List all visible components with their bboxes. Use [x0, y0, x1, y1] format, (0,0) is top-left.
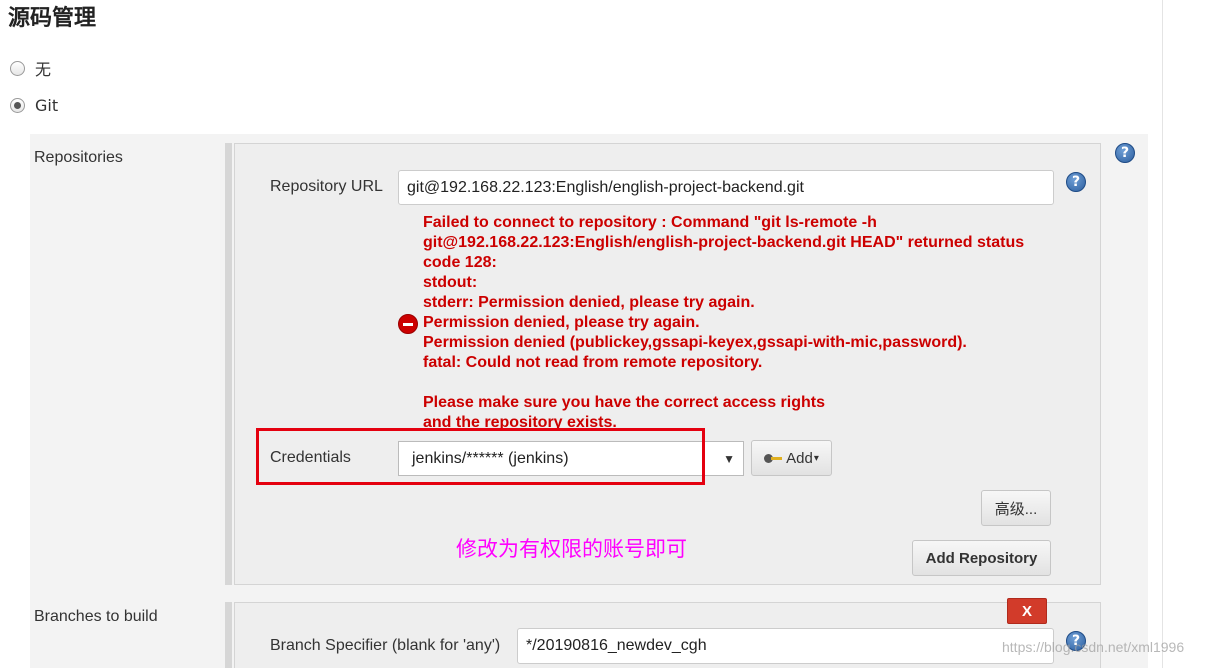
add-credentials-label: Add	[786, 449, 813, 467]
radio-git[interactable]	[10, 97, 25, 113]
scm-option-none-label: 无	[35, 60, 52, 79]
branch-block-indent	[225, 602, 232, 668]
add-credentials-button[interactable]: Add ▾	[751, 440, 832, 476]
watermark-text: https://blog.csdn.net/xml1996	[1002, 639, 1185, 655]
section-title: 源码管理	[8, 6, 97, 31]
advanced-button[interactable]: 高级...	[981, 490, 1051, 526]
repositories-label: Repositories	[34, 149, 123, 166]
chevron-down-icon: ▼	[723, 452, 735, 466]
add-repository-button[interactable]: Add Repository	[912, 540, 1051, 576]
repository-url-input[interactable]: git@192.168.22.123:English/english-proje…	[398, 170, 1054, 205]
scm-option-git[interactable]: Git	[10, 94, 58, 116]
repositories-help-icon[interactable]: ?	[1115, 143, 1135, 163]
repository-error-message: Failed to connect to repository : Comman…	[423, 214, 1025, 431]
repository-url-label: Repository URL	[270, 178, 383, 195]
error-icon	[398, 314, 418, 334]
scm-option-none[interactable]: 无	[10, 57, 51, 79]
radio-none[interactable]	[10, 60, 25, 76]
key-icon	[764, 453, 783, 463]
credentials-highlight-box	[256, 428, 705, 485]
repository-url-help-icon[interactable]: ?	[1066, 172, 1086, 192]
dropdown-arrow-icon: ▾	[813, 452, 819, 464]
delete-branch-button[interactable]: X	[1007, 598, 1047, 624]
annotation-note: 修改为有权限的账号即可	[456, 537, 687, 561]
branch-specifier-label: Branch Specifier (blank for 'any')	[270, 637, 501, 654]
page-right-border	[1162, 0, 1163, 668]
repository-block-indent	[225, 143, 232, 585]
branch-specifier-input[interactable]: */20190816_newdev_cgh	[517, 628, 1054, 664]
scm-option-git-label: Git	[35, 95, 59, 115]
branches-label: Branches to build	[34, 608, 158, 625]
